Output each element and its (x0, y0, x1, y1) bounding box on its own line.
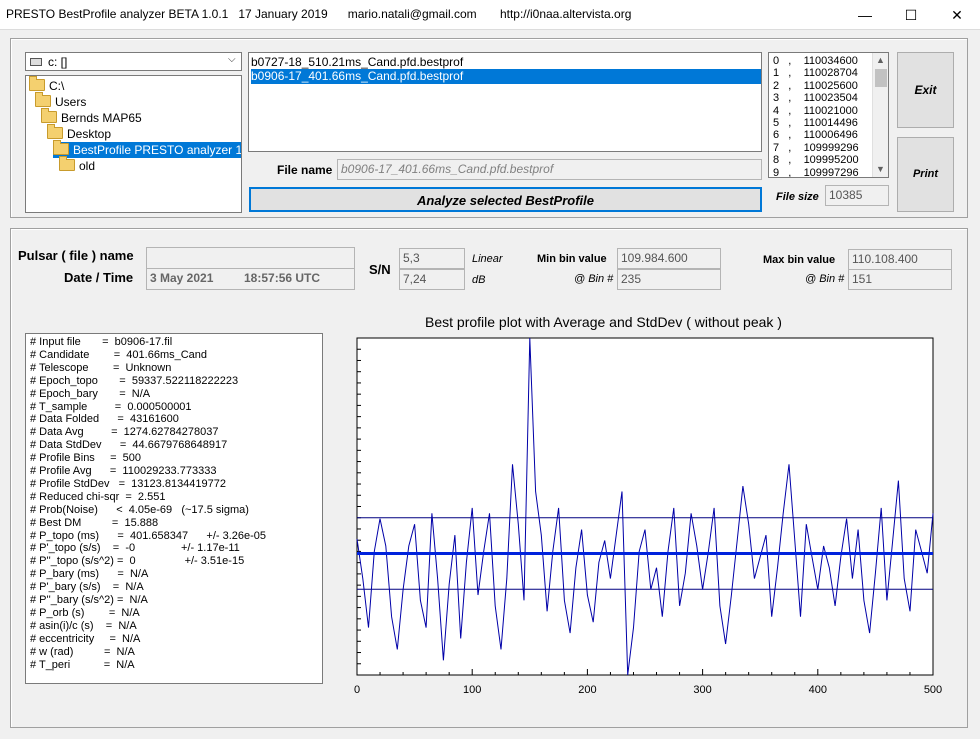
info-line: # Profile StdDev = 13123.8134419772 (30, 477, 227, 490)
file-item[interactable]: b0727-18_510.21ms_Cand.pfd.bestprof (251, 55, 761, 70)
x-tick-label: 0 (354, 684, 360, 696)
folder-item[interactable]: old (59, 156, 96, 174)
bins-list[interactable]: 0 , 110034600 1 , 110028704 2 , 110025600 3… (768, 52, 889, 178)
info-line: # T_peri = N/A (30, 658, 135, 671)
chart-title: Best profile plot with Average and StdDe… (425, 314, 782, 330)
min-bin-label: Min bin value (537, 253, 607, 265)
folder-label: C:\ (49, 79, 65, 93)
time-value: 18:57:56 UTC (244, 271, 321, 285)
chevron-down-icon[interactable]: ⌵ (228, 54, 236, 65)
x-tick-label: 500 (924, 684, 942, 696)
folder-tree[interactable]: C:\ Users Bernds MAP65 Desktop BestProfile P… (25, 75, 242, 213)
folder-icon (53, 140, 69, 155)
info-line: # Candidate = 401.66ms_Cand (30, 348, 208, 361)
date-value: 3 May 2021 (150, 271, 214, 285)
file-item[interactable]: b0906-17_401.66ms_Cand.pfd.bestprof (251, 69, 761, 84)
max-bin-at-field: 151 (848, 269, 952, 290)
info-line: # P''_bary (s/s^2) = N/A (30, 594, 148, 606)
file-name-field[interactable]: b0906-17_401.66ms_Cand.pfd.bestprof (337, 159, 762, 180)
folder-label: Bernds MAP65 (61, 111, 142, 125)
max-bin-at-label: @ Bin # (805, 273, 845, 285)
info-line: # Epoch_topo = 59337.522118222223 (30, 374, 239, 387)
profile-info-text: # Input file = b0906-17.fil # Candidate =… (25, 333, 323, 684)
info-line: # Data StdDev = 44.6679768648917 (30, 439, 228, 452)
file-name-label: File name (277, 163, 333, 177)
scroll-thumb[interactable] (875, 69, 887, 87)
date-time-field: 3 May 2021 18:57:56 UTC (146, 268, 355, 290)
scroll-up-icon[interactable]: ▲ (873, 53, 888, 68)
folder-label: Desktop (67, 127, 112, 141)
info-line: # eccentricity = N/A (30, 632, 141, 645)
sn-label: S/N (369, 262, 391, 277)
info-line: # Profile Bins = 500 (30, 452, 141, 465)
info-line: # P_bary (ms) = N/A (30, 568, 149, 581)
info-line: # P'_topo (s/s) = -0 +/- 1.17e-11 (30, 542, 240, 555)
drive-icon (30, 58, 42, 66)
drive-value: c: [] (48, 55, 68, 69)
min-bin-at-label: @ Bin # (574, 273, 614, 285)
analyze-button[interactable]: Analyze selected BestProfile (249, 187, 762, 212)
bin-item[interactable]: 9 , 109997296 (773, 166, 859, 177)
info-line: # Epoch_bary = N/A (30, 387, 151, 400)
close-button[interactable]: ✕ (934, 0, 980, 30)
info-line: # P''_topo (s/s^2) = 0 +/- 3.51e-15 (30, 555, 245, 568)
folder-label: Users (55, 95, 87, 109)
folder-item[interactable]: BestProfile PRESTO analyzer 1.0.1.e (53, 140, 242, 158)
x-tick-label: 100 (463, 684, 481, 696)
min-bin-at-field: 235 (617, 269, 721, 290)
sn-db-label: dB (472, 274, 486, 286)
x-tick-label: 200 (578, 684, 596, 696)
file-size-field: 10385 (825, 185, 889, 206)
print-button[interactable]: Print (897, 137, 954, 212)
info-line: # Best DM = 15.888 (30, 516, 159, 529)
file-list[interactable]: b0727-18_510.21ms_Cand.pfd.bestprof b0906… (248, 52, 762, 152)
info-line: # P_orb (s) = N/A (30, 606, 140, 619)
folder-label: old (79, 159, 96, 173)
max-bin-field: 110.108.400 (848, 249, 952, 270)
info-line: # T_sample = 0.000500001 (30, 400, 192, 413)
info-line: # asin(i)/c (s) = N/A (30, 619, 137, 632)
info-line: # Data Avg = 1274.62784278037 (30, 426, 219, 439)
folder-icon (59, 156, 75, 171)
date-time-label: Date / Time (64, 270, 134, 285)
folder-icon (29, 76, 45, 91)
sn-linear-label: Linear (472, 253, 503, 265)
folder-icon (47, 124, 63, 139)
info-line: # w (rad) = N/A (30, 645, 135, 658)
info-line: # Reduced chi-sqr = 2.551 (30, 490, 166, 503)
x-tick-label: 300 (693, 684, 711, 696)
exit-button[interactable]: Exit (897, 52, 954, 128)
bins-scrollbar[interactable]: ▲ ▼ (872, 53, 888, 177)
file-size-label: File size (776, 191, 819, 203)
info-line: # Data Folded = 43161600 (30, 413, 179, 426)
info-line: # Telescope = Unknown (30, 361, 172, 374)
folder-label: BestProfile PRESTO analyzer 1.0.1.e (73, 143, 242, 157)
info-line: # P_topo (ms) = 401.658347 +/- 3.26e-05 (30, 529, 267, 542)
maximize-button[interactable]: ☐ (888, 0, 934, 30)
folder-item[interactable]: Bernds MAP65 (41, 108, 142, 126)
folder-icon (35, 92, 51, 107)
profile-chart: 0 100 200 300 400 500 (354, 337, 942, 696)
x-tick-label: 400 (809, 684, 827, 696)
folder-icon (41, 108, 57, 123)
min-bin-field: 109.984.600 (617, 248, 721, 269)
minimize-button[interactable]: — (842, 0, 888, 30)
max-bin-label: Max bin value (763, 254, 836, 266)
sn-linear-field: 5,3 (399, 248, 465, 269)
info-line: # Prob(Noise) < 4.05e-69 (~17.5 sigma) (30, 503, 249, 516)
pulsar-name-field (146, 247, 355, 269)
drive-select[interactable]: c: [] ⌵ (25, 52, 242, 71)
scroll-down-icon[interactable]: ▼ (873, 162, 888, 177)
info-line: # Input file = b0906-17.fil (30, 336, 173, 348)
plot-area (356, 337, 934, 676)
info-line: # Profile Avg = 110029233.773333 (30, 465, 217, 477)
info-line: # P'_bary (s/s) = N/A (30, 581, 144, 594)
pulsar-name-label: Pulsar ( file ) name (18, 248, 134, 263)
window-title: PRESTO BestProfile analyzer BETA 1.0.1 1… (6, 7, 632, 21)
title-bar: PRESTO BestProfile analyzer BETA 1.0.1 1… (0, 0, 980, 30)
sn-db-field: 7,24 (399, 269, 465, 290)
